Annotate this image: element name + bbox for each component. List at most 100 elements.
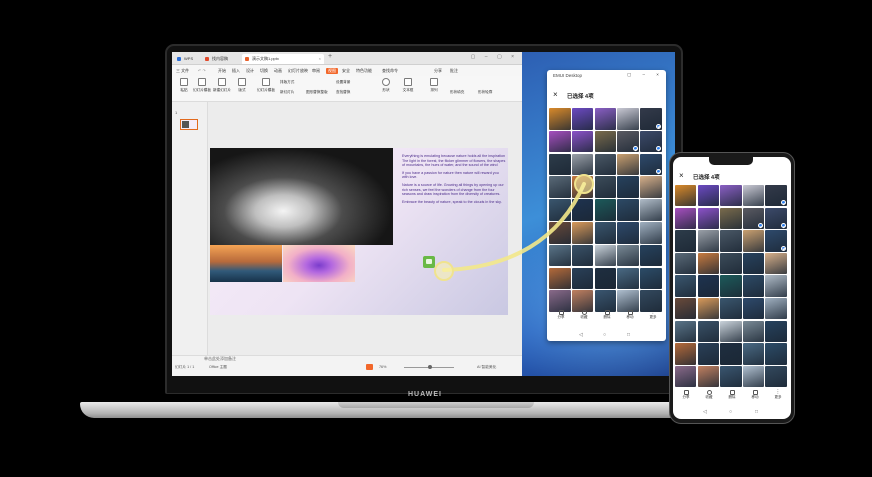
- photo-thumbnail[interactable]: [742, 365, 765, 388]
- photo-thumbnail[interactable]: [640, 176, 662, 198]
- close-icon[interactable]: ×: [553, 90, 558, 99]
- photo-thumbnail[interactable]: [697, 298, 719, 320]
- photo-thumbnail[interactable]: [720, 252, 742, 275]
- photo-thumbnail[interactable]: [571, 199, 594, 221]
- slide-photo-flower[interactable]: [283, 245, 355, 282]
- share-button[interactable]: 分享: [434, 68, 442, 74]
- move-button[interactable]: 移动: [745, 390, 765, 400]
- more-button[interactable]: ⋮ 更多: [643, 310, 663, 320]
- slide-photo-sunset[interactable]: [210, 245, 282, 282]
- ai-beautify-button[interactable]: AI 智能美化: [477, 365, 496, 370]
- photo-thumbnail[interactable]: [549, 267, 571, 290]
- photo-thumbnail[interactable]: [617, 244, 639, 267]
- photo-thumbnail[interactable]: [742, 275, 765, 297]
- favorite-button[interactable]: 收藏: [699, 390, 719, 400]
- photo-thumbnail[interactable]: [617, 108, 639, 130]
- menu-home[interactable]: 开始: [218, 68, 226, 74]
- photo-thumbnail[interactable]: [742, 343, 765, 365]
- window-controls[interactable]: ▢ – ▢ ×: [471, 54, 518, 60]
- recents-icon[interactable]: □: [755, 409, 758, 415]
- tab-wps[interactable]: WPS: [174, 54, 202, 64]
- photo-thumbnail[interactable]: [640, 199, 662, 221]
- recents-icon[interactable]: □: [627, 332, 630, 338]
- photo-thumbnail[interactable]: [549, 176, 571, 198]
- photo-thumbnail[interactable]: [675, 320, 697, 342]
- photo-thumbnail[interactable]: [675, 365, 697, 388]
- photo-thumbnail[interactable]: [720, 320, 742, 342]
- photo-thumbnail[interactable]: [571, 108, 594, 130]
- photo-thumbnail[interactable]: [594, 222, 617, 244]
- photo-thumbnail[interactable]: [720, 365, 742, 388]
- new-slide-button[interactable]: 新建幻灯片: [212, 76, 232, 100]
- shapes-button[interactable]: 形状: [376, 76, 396, 100]
- ribbon-small-6[interactable]: 形状填充: [450, 90, 464, 95]
- tab-find-content[interactable]: 找内容稿: [202, 54, 242, 64]
- undo-icon[interactable]: ↶ ↷: [198, 68, 206, 73]
- dragged-file-icon[interactable]: [423, 256, 435, 268]
- photo-thumbnail[interactable]: [742, 207, 765, 229]
- photo-thumbnail[interactable]: [549, 108, 571, 130]
- photo-thumbnail[interactable]: [675, 298, 697, 320]
- photo-thumbnail[interactable]: [617, 130, 639, 153]
- ribbon-small-1[interactable]: 排版方式: [280, 80, 294, 85]
- photo-thumbnail[interactable]: [617, 199, 639, 221]
- photo-thumbnail[interactable]: [617, 267, 639, 290]
- photo-thumbnail[interactable]: [549, 199, 571, 221]
- photo-thumbnail[interactable]: [640, 108, 662, 130]
- photo-thumbnail[interactable]: [675, 207, 697, 229]
- play-slideshow-icon[interactable]: [366, 364, 373, 370]
- photo-thumbnail[interactable]: [720, 343, 742, 365]
- photo-thumbnail[interactable]: [765, 230, 787, 252]
- photo-thumbnail[interactable]: [697, 365, 719, 388]
- share-button[interactable]: 分享: [676, 390, 696, 400]
- photo-thumbnail[interactable]: [765, 252, 787, 275]
- photo-thumbnail[interactable]: [617, 176, 639, 198]
- move-button[interactable]: 移动: [620, 310, 640, 320]
- photo-thumbnail[interactable]: [697, 252, 719, 275]
- menu-file[interactable]: 三 文件: [176, 68, 189, 74]
- photo-thumbnail[interactable]: [765, 365, 787, 388]
- tab-presentation[interactable]: 演示文稿1.pptx ×: [242, 54, 324, 64]
- photo-thumbnail[interactable]: [765, 343, 787, 365]
- photo-thumbnail[interactable]: [594, 244, 617, 267]
- window-controls[interactable]: ▢ – ×: [627, 72, 664, 78]
- photo-thumbnail[interactable]: [640, 130, 662, 153]
- back-icon[interactable]: ◁: [579, 332, 583, 338]
- photo-thumbnail[interactable]: [640, 222, 662, 244]
- photo-thumbnail[interactable]: [697, 207, 719, 229]
- menu-features[interactable]: 特色功能: [356, 68, 372, 74]
- photo-thumbnail[interactable]: [571, 267, 594, 290]
- menu-insert[interactable]: 插入: [232, 68, 240, 74]
- photo-thumbnail[interactable]: [765, 185, 787, 207]
- photo-thumbnail[interactable]: [571, 130, 594, 153]
- photo-thumbnail[interactable]: [720, 298, 742, 320]
- photo-thumbnail[interactable]: [697, 185, 719, 207]
- photo-thumbnail[interactable]: [571, 244, 594, 267]
- layout-button[interactable]: 版式: [232, 76, 252, 100]
- photo-thumbnail[interactable]: [765, 298, 787, 320]
- home-icon[interactable]: ○: [729, 409, 732, 415]
- zoom-level[interactable]: 76%: [379, 365, 386, 369]
- photo-thumbnail[interactable]: [697, 320, 719, 342]
- zoom-slider-knob[interactable]: [428, 365, 432, 369]
- slide-photo-figure[interactable]: [210, 148, 393, 245]
- comment-button[interactable]: 批注: [450, 68, 458, 74]
- menu-slideshow[interactable]: 幻灯片放映: [288, 68, 308, 74]
- search-command[interactable]: 查找命令: [382, 68, 398, 74]
- menu-review[interactable]: 审阅: [312, 68, 320, 74]
- arrange-button[interactable]: 排列: [424, 76, 444, 100]
- photo-thumbnail[interactable]: [549, 153, 571, 176]
- photo-thumbnail[interactable]: [617, 153, 639, 176]
- photo-thumbnail[interactable]: [594, 108, 617, 130]
- photo-thumbnail[interactable]: [675, 343, 697, 365]
- home-icon[interactable]: ○: [603, 332, 606, 338]
- share-button[interactable]: 分享: [551, 310, 571, 320]
- photo-thumbnail[interactable]: [640, 267, 662, 290]
- slide-template-button[interactable]: 幻灯片模板: [192, 76, 212, 100]
- ribbon-small-7[interactable]: 形状轮廓: [478, 90, 492, 95]
- menu-design[interactable]: 设计: [246, 68, 254, 74]
- photo-thumbnail[interactable]: [675, 252, 697, 275]
- photo-thumbnail[interactable]: [549, 130, 571, 153]
- back-icon[interactable]: ◁: [703, 409, 707, 415]
- photo-thumbnail[interactable]: [640, 153, 662, 176]
